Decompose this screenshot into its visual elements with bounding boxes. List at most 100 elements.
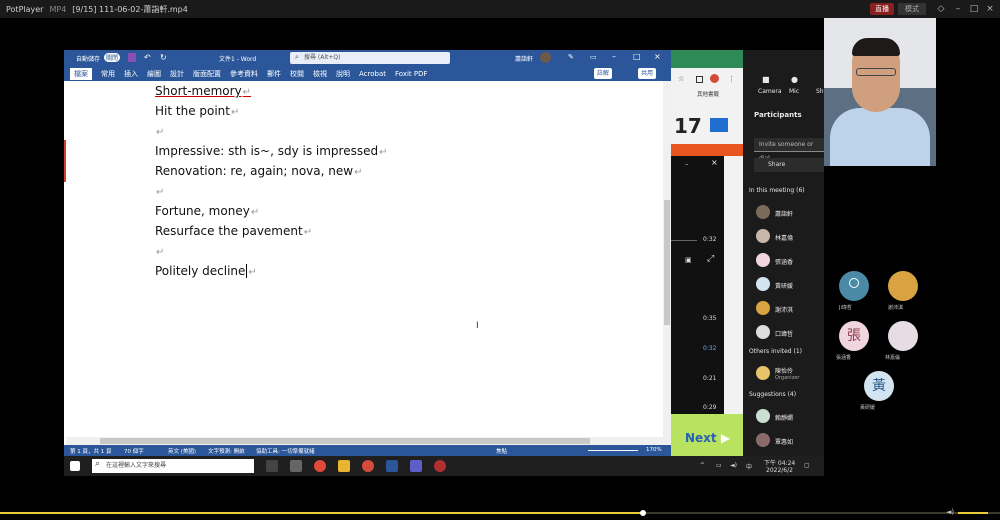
chrome-extension-icon[interactable] — [710, 74, 719, 83]
zoom-slider[interactable] — [588, 450, 638, 451]
tab-foxit[interactable]: Foxit PDF — [395, 70, 428, 78]
ime-icon[interactable]: 中 — [746, 462, 752, 471]
clock-date[interactable]: 2022/6/2 — [766, 467, 793, 474]
others-invited-heading[interactable]: Others invited (1) — [749, 348, 802, 355]
seek-handle[interactable] — [640, 510, 646, 516]
text-prediction[interactable]: 文字預測: 開啟 — [208, 447, 245, 455]
video-panel[interactable]: × – 0:32 ▣ ⤢ 0:35 0:32 0:21 0:29 — [671, 156, 724, 414]
ribbon-display-icon[interactable]: ▭ — [590, 53, 597, 61]
organizer-name[interactable]: 陳怡伶 — [775, 366, 793, 375]
potplayer-taskbar-icon[interactable] — [434, 460, 446, 472]
suggested-name[interactable]: 賴靜嫻 — [775, 413, 793, 422]
taskbar-search-input[interactable]: 在這裡輸入文字來搜尋 — [92, 459, 254, 473]
minimize-icon[interactable]: – — [952, 3, 964, 15]
tab-review[interactable]: 校閱 — [290, 69, 304, 79]
chrome-profile-icon[interactable] — [362, 460, 374, 472]
tray-up-icon[interactable]: ^ — [700, 462, 705, 469]
tab-layout[interactable]: 版面配置 — [193, 69, 221, 79]
redo-icon[interactable]: ↻ — [160, 53, 167, 62]
vertical-scroll-thumb[interactable] — [664, 200, 670, 325]
mic-label[interactable]: Mic — [789, 88, 799, 95]
horizontal-scroll-thumb[interactable] — [100, 438, 590, 444]
teams-taskbar-icon[interactable] — [410, 460, 422, 472]
video-minimize-icon[interactable]: – — [685, 160, 689, 168]
gallery-avatar[interactable]: 黃 — [864, 371, 894, 401]
participant-name[interactable]: 林嘉倫 — [775, 233, 793, 242]
mode-dropdown[interactable]: 模式 — [898, 3, 926, 15]
tab-design[interactable]: 設計 — [170, 69, 184, 79]
task-view-icon[interactable] — [266, 460, 278, 472]
close-icon[interactable]: × — [984, 3, 996, 15]
windows-start-icon[interactable] — [70, 461, 80, 471]
undo-icon[interactable]: ↶ — [144, 53, 151, 62]
next-button[interactable]: Next ▶ — [685, 431, 730, 445]
tab-file[interactable]: 檔案 — [70, 67, 92, 80]
bookmark-folder[interactable]: 其他書籤 — [697, 90, 719, 98]
pin-icon[interactable]: ◇ — [935, 3, 947, 15]
volume-icon[interactable]: ◄) — [946, 508, 954, 516]
gallery-avatar[interactable] — [839, 271, 869, 301]
snipping-tool-icon[interactable] — [290, 460, 302, 472]
in-meeting-heading[interactable]: In this meeting (6) — [749, 187, 805, 194]
tab-icon[interactable] — [696, 76, 703, 83]
suggested-name[interactable]: 覃惠如 — [775, 437, 793, 446]
share-invite-button[interactable]: Share — [754, 158, 824, 172]
tab-home[interactable]: 常用 — [101, 69, 115, 79]
tab-references[interactable]: 參考資料 — [230, 69, 258, 79]
autosave-toggle[interactable]: 關閉 — [104, 53, 121, 62]
camera-icon[interactable]: ■ — [762, 75, 770, 84]
word-minimize-icon[interactable]: – — [612, 52, 616, 61]
player-app-name[interactable]: PotPlayer — [6, 5, 43, 14]
volume-slider[interactable] — [958, 512, 988, 514]
live-badge[interactable]: 直播 — [870, 3, 894, 15]
participant-name[interactable]: 口瑋哲 — [775, 329, 793, 338]
zoom-level[interactable]: 170% — [646, 447, 662, 453]
save-icon[interactable] — [128, 53, 136, 62]
word-maximize-icon[interactable]: □ — [633, 52, 641, 61]
apps-grid-icon[interactable] — [710, 118, 728, 132]
pen-icon[interactable]: ✎ — [568, 53, 574, 61]
file-explorer-icon[interactable] — [338, 460, 350, 472]
tab-mailings[interactable]: 郵件 — [267, 69, 281, 79]
star-icon[interactable]: ☆ — [678, 75, 684, 83]
document-page[interactable]: Short-memory↵ Hit the point↵ ↵ Impressiv… — [66, 81, 666, 438]
user-avatar[interactable] — [540, 52, 551, 63]
participant-name[interactable]: 黃研媛 — [775, 281, 793, 290]
volume-icon[interactable]: ◄) — [730, 462, 737, 469]
accessibility-status[interactable]: 協助工具: 一切準備就緒 — [256, 447, 315, 455]
pip-icon[interactable]: ▣ — [685, 256, 692, 264]
tab-draw[interactable]: 繪圖 — [147, 69, 161, 79]
language[interactable]: 英文 (美國) — [168, 447, 196, 455]
word-close-icon[interactable]: × — [654, 52, 661, 61]
chrome-icon[interactable] — [314, 460, 326, 472]
word-taskbar-icon[interactable] — [386, 460, 398, 472]
maximize-icon[interactable]: □ — [968, 3, 980, 15]
tab-view[interactable]: 檢視 — [313, 69, 327, 79]
mic-icon[interactable]: ● — [791, 75, 798, 84]
tab-acrobat[interactable]: Acrobat — [359, 70, 386, 78]
camera-label[interactable]: Camera — [758, 88, 782, 95]
word-search-input[interactable]: 搜尋 (Alt+Q) — [290, 52, 450, 64]
participant-name[interactable]: 謝沛淇 — [775, 305, 793, 314]
page-count[interactable]: 第 1 頁，共 1 頁 — [70, 447, 112, 455]
video-progress[interactable] — [671, 240, 697, 241]
focus-mode[interactable]: 焦點 — [496, 447, 507, 455]
tab-insert[interactable]: 插入 — [124, 69, 138, 79]
comment-button[interactable]: 註解 — [594, 68, 613, 79]
participant-name[interactable]: 蕭詣軒 — [775, 209, 793, 218]
fullscreen-icon[interactable]: ⤢ — [707, 254, 714, 264]
share-button[interactable]: 共用 — [638, 68, 657, 79]
invite-input[interactable]: Invite someone or dial — [754, 138, 824, 162]
gallery-avatar[interactable] — [888, 271, 918, 301]
suggestions-heading[interactable]: Suggestions (4) — [749, 391, 796, 398]
clock-time[interactable]: 下午 04:24 — [764, 458, 795, 467]
webcam-video[interactable] — [824, 18, 936, 166]
gallery-avatar[interactable]: 張 — [839, 321, 869, 351]
tab-help[interactable]: 說明 — [336, 69, 350, 79]
participant-name[interactable]: 張涵香 — [775, 257, 793, 266]
video-close-icon[interactable]: × — [711, 158, 718, 167]
gallery-avatar[interactable] — [888, 321, 918, 351]
menu-icon[interactable]: ⋮ — [728, 75, 735, 83]
word-count[interactable]: 70 個字 — [124, 447, 144, 455]
network-icon[interactable]: ▭ — [716, 462, 722, 469]
